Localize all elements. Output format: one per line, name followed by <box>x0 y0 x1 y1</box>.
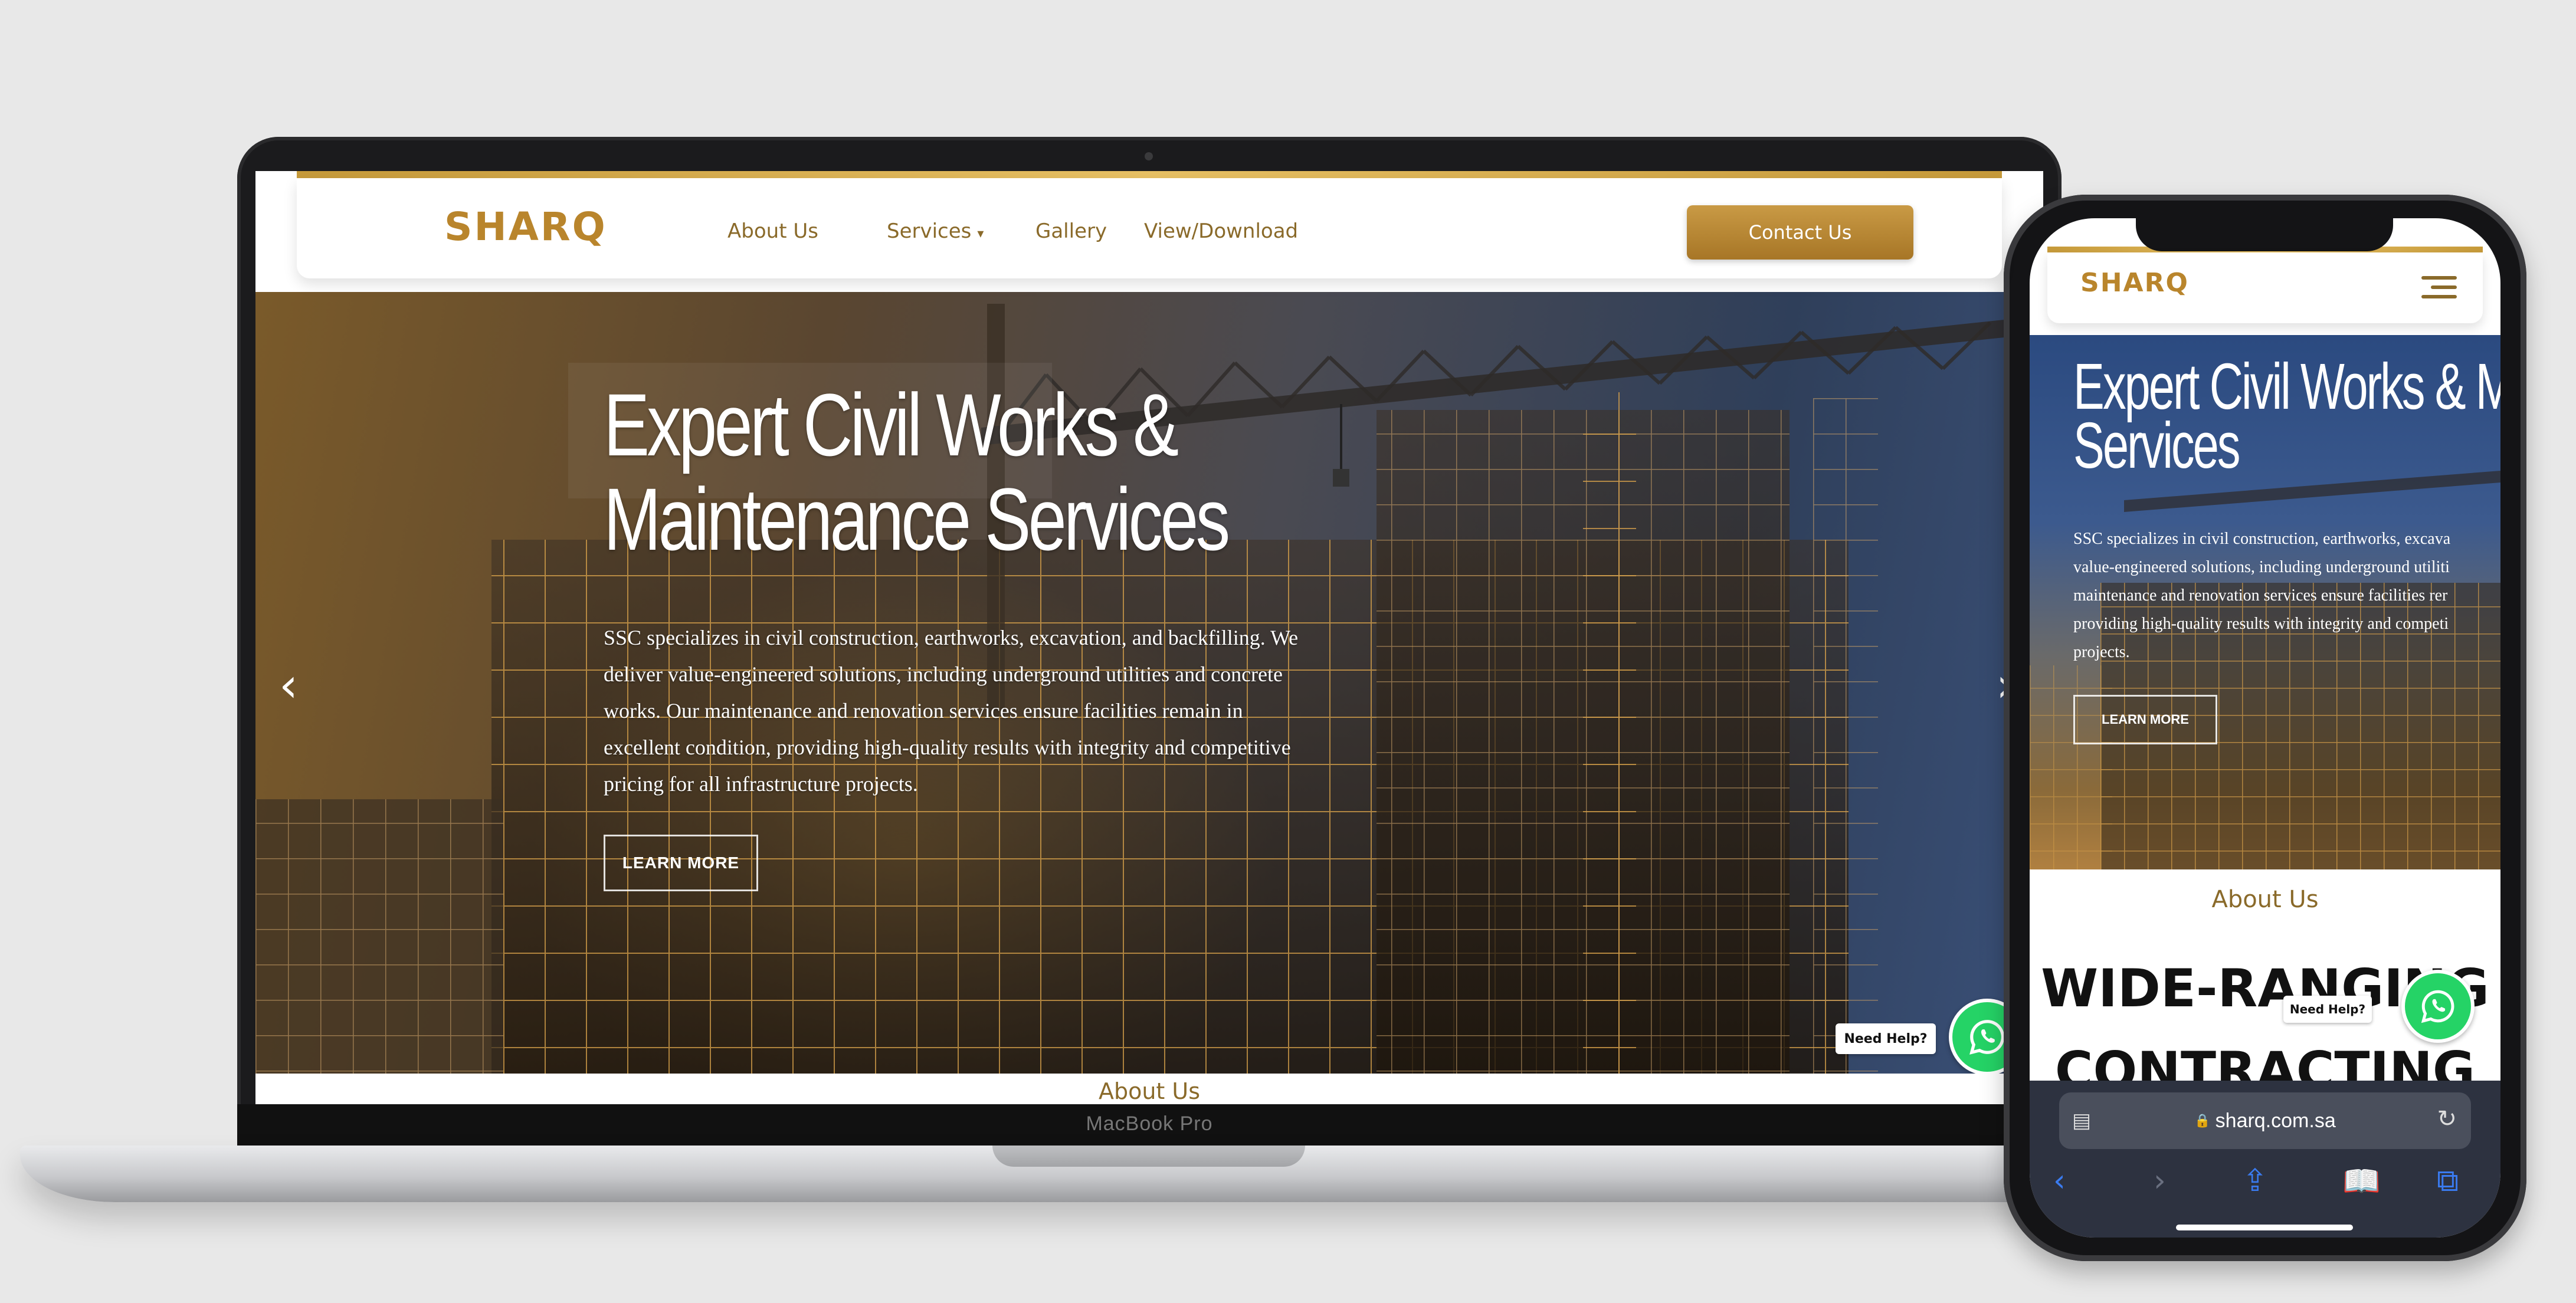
header-gold-strip <box>297 171 2002 178</box>
share-icon[interactable]: ⇪ <box>2242 1163 2268 1199</box>
reload-icon[interactable]: ↻ <box>2437 1105 2457 1133</box>
nav-services[interactable]: Services ▾ <box>887 219 984 243</box>
chevron-down-icon: ▾ <box>977 227 984 241</box>
phone-hero-text-line: providing high-quality results with inte… <box>2073 615 2449 633</box>
whatsapp-glyph-icon <box>2421 990 2454 1023</box>
lock-icon: 🔒 <box>2194 1113 2211 1128</box>
safari-bottom-bar: ▤ 🔒 sharq.com.sa ↻ ‹ › ⇪ 📖 ⧉ <box>2030 1081 2500 1238</box>
phone-notch <box>2136 218 2393 251</box>
hero-title-line1: Expert Civil Works & <box>604 375 1179 474</box>
hero-description: SSC specializes in civil construction, e… <box>604 626 1299 796</box>
bookmarks-icon[interactable]: 📖 <box>2342 1163 2381 1199</box>
site-logo[interactable]: SHARQ <box>444 204 607 250</box>
phone-hero: Expert Civil Works & M Services SSC spec… <box>2030 335 2500 869</box>
nav-about-us[interactable]: About Us <box>727 219 818 243</box>
phone-about-us-label: About Us <box>2211 886 2319 913</box>
about-us-section-peek: About Us <box>255 1074 2043 1104</box>
phone-hero-title-line2: Services <box>2073 409 2241 482</box>
laptop-chin: MacBook Pro <box>237 1104 2062 1146</box>
contact-us-button[interactable]: Contact Us <box>1687 205 1913 260</box>
hero-title: Expert Civil Works & Maintenance Service… <box>604 378 1248 566</box>
address-bar[interactable]: ▤ 🔒 sharq.com.sa ↻ <box>2059 1092 2471 1149</box>
laptop-model-label: MacBook Pro <box>1086 1112 1213 1135</box>
url-text: sharq.com.sa <box>2215 1109 2336 1132</box>
phone-hero-text-line: SSC specializes in civil construction, e… <box>2073 530 2451 548</box>
phone-whatsapp-icon[interactable] <box>2401 970 2475 1043</box>
nav-view-download[interactable]: View/Download <box>1144 219 1298 243</box>
site-header: SHARQ About Us Services ▾ Gallery View/Do… <box>297 178 2002 278</box>
need-help-label: Need Help? <box>1836 1023 1936 1054</box>
back-icon[interactable]: ‹ <box>2053 1163 2066 1199</box>
safari-toolbar: ‹ › ⇪ 📖 ⧉ <box>2030 1163 2500 1199</box>
laptop-camera <box>1145 152 1153 160</box>
phone-learn-more-button[interactable]: LEARN MORE <box>2073 695 2217 744</box>
hamburger-menu-icon[interactable] <box>2421 276 2457 304</box>
forward-icon[interactable]: › <box>2154 1163 2166 1199</box>
slider-prev-icon[interactable]: ‹ <box>279 658 298 713</box>
tabs-icon[interactable]: ⧉ <box>2437 1163 2459 1199</box>
phone-screen: SHARQ Expert Civil Works & M Services SS… <box>2030 218 2500 1238</box>
phone-hero-description: SSC specializes in civil construction, e… <box>2073 525 2500 667</box>
laptop-opening-notch <box>992 1146 1305 1167</box>
phone-hero-text-line: projects. <box>2073 643 2130 661</box>
hero-title-line2: Maintenance Services <box>604 470 1230 569</box>
home-indicator <box>2176 1225 2353 1230</box>
phone-need-help-label: Need Help? <box>2283 996 2372 1023</box>
phone-hero-text-line: value-engineered solutions, including un… <box>2073 558 2450 576</box>
phone-hero-title: Expert Civil Works & M Services <box>2073 350 2500 482</box>
hero-slider: Expert Civil Works & Maintenance Service… <box>255 292 2043 1074</box>
laptop-screen: SHARQ About Us Services ▾ Gallery View/Do… <box>255 171 2043 1104</box>
whatsapp-glyph-icon <box>1969 1020 2005 1055</box>
learn-more-button[interactable]: LEARN MORE <box>604 835 758 891</box>
nav-services-label: Services <box>887 219 972 243</box>
nav-gallery[interactable]: Gallery <box>1035 219 1107 243</box>
phone-site-logo[interactable]: SHARQ <box>2080 268 2189 298</box>
phone-site-header: SHARQ <box>2047 252 2483 323</box>
tab-format-icon[interactable]: ▤ <box>2072 1109 2091 1133</box>
phone-hero-text-line: maintenance and renovation services ensu… <box>2073 586 2448 605</box>
phone-hero-title-line1: Expert Civil Works & M <box>2073 350 2500 423</box>
